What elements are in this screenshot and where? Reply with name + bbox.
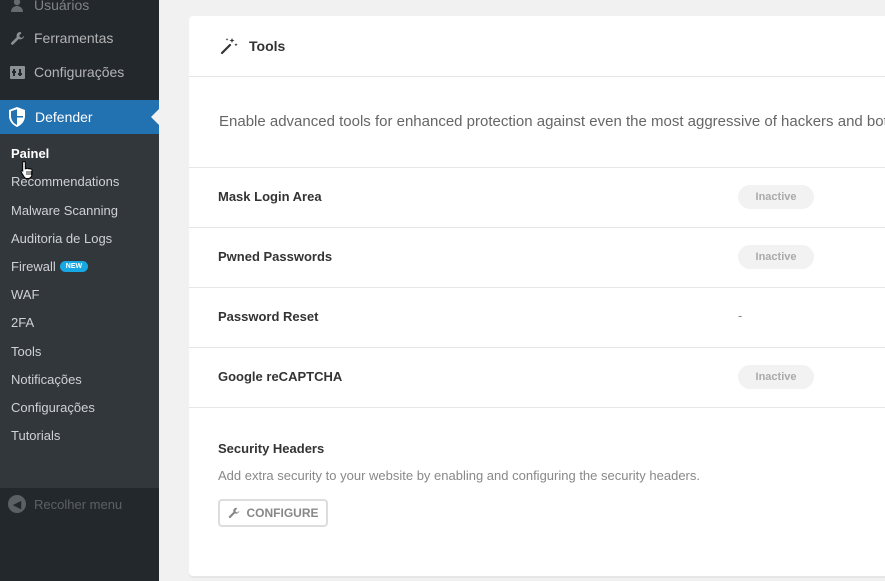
security-headers-description: Add extra security to your website by en… <box>218 468 700 483</box>
menu-item-label: Defender <box>35 109 93 125</box>
submenu-item-label: Firewall <box>11 259 56 274</box>
settings-icon <box>8 63 26 81</box>
submenu-item-firewall[interactable]: Firewall NEW <box>11 257 89 277</box>
tool-label: Google reCAPTCHA <box>218 369 343 384</box>
card-description: Enable advanced tools for enhanced prote… <box>219 113 885 130</box>
menu-item-users[interactable]: Usuários <box>0 0 159 22</box>
menu-item-label: Usuários <box>34 0 90 13</box>
submenu-item-tools[interactable]: Tools <box>11 342 41 362</box>
user-icon <box>8 0 26 14</box>
shield-icon <box>7 107 27 127</box>
defender-submenu: Painel Recommendations Malware Scanning … <box>0 134 159 488</box>
collapse-menu-button[interactable]: ◀ Recolher menu <box>0 488 159 520</box>
menu-item-tools[interactable]: Ferramentas <box>0 21 159 55</box>
menu-item-defender[interactable]: Defender <box>0 100 159 134</box>
tool-label: Password Reset <box>218 309 319 324</box>
menu-item-label: Configurações <box>34 64 125 80</box>
submenu-item-tutorials[interactable]: Tutorials <box>11 426 60 446</box>
submenu-item-waf[interactable]: WAF <box>11 285 39 305</box>
row-divider <box>189 407 885 408</box>
collapse-menu-label: Recolher menu <box>34 496 123 512</box>
tool-row-pwned-passwords[interactable]: Pwned Passwords Inactive <box>189 227 885 288</box>
card-title: Tools <box>249 38 286 54</box>
tool-row-recaptcha[interactable]: Google reCAPTCHA Inactive <box>189 347 885 408</box>
collapse-icon: ◀ <box>8 495 26 513</box>
card-header: Tools <box>189 16 885 77</box>
hand-cursor-icon <box>20 160 33 179</box>
magic-wand-icon <box>220 38 238 55</box>
configure-button[interactable]: CONFIGURE <box>218 499 328 527</box>
status-badge: Inactive <box>738 185 814 209</box>
submenu-item-settings[interactable]: Configurações <box>11 398 95 418</box>
tool-row-mask-login[interactable]: Mask Login Area Inactive <box>189 167 885 228</box>
status-value: - <box>738 308 743 323</box>
wrench-icon <box>228 507 240 519</box>
admin-sidebar: Usuários Ferramentas Configurações Defen… <box>0 0 159 581</box>
current-menu-arrow <box>151 109 159 125</box>
submenu-item-malware-scanning[interactable]: Malware Scanning <box>11 201 118 221</box>
tool-label: Pwned Passwords <box>218 249 333 264</box>
tool-label: Mask Login Area <box>218 189 322 204</box>
tools-card: Tools Enable advanced tools for enhanced… <box>189 16 885 576</box>
status-badge: Inactive <box>738 245 814 269</box>
submenu-item-2fa[interactable]: 2FA <box>11 313 34 333</box>
new-badge: NEW <box>59 261 89 273</box>
menu-item-label: Ferramentas <box>34 30 114 46</box>
submenu-item-notifications[interactable]: Notificações <box>11 370 82 390</box>
wrench-icon <box>8 29 26 47</box>
tool-row-password-reset[interactable]: Password Reset - <box>189 287 885 348</box>
configure-label: CONFIGURE <box>246 506 319 520</box>
security-headers-title: Security Headers <box>218 441 325 456</box>
menu-item-settings[interactable]: Configurações <box>0 55 159 89</box>
submenu-item-audit-logs[interactable]: Auditoria de Logs <box>11 229 112 249</box>
status-badge: Inactive <box>738 365 814 389</box>
